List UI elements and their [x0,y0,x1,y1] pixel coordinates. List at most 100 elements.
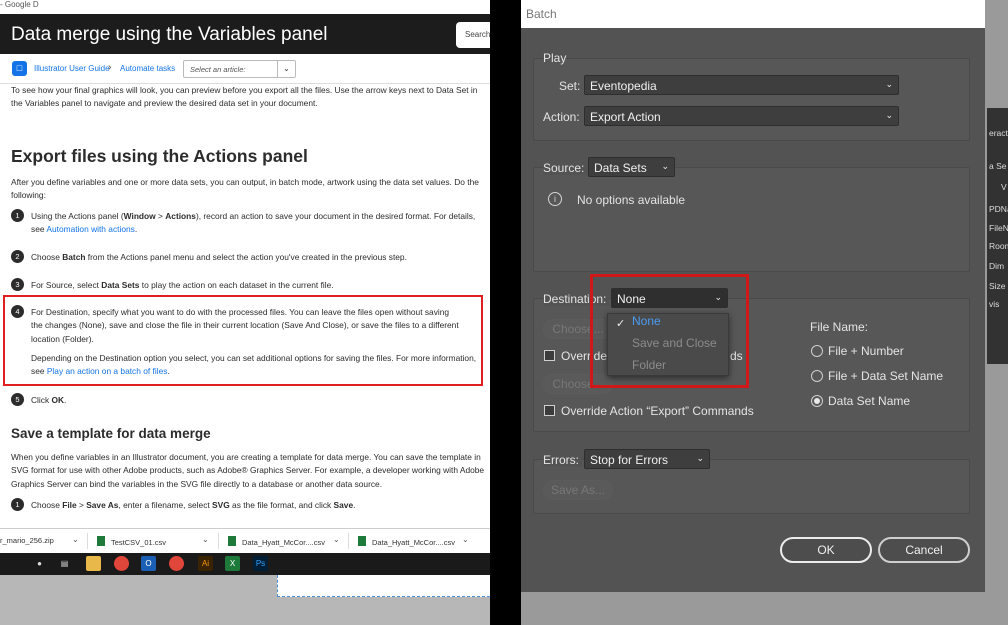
errors-value: Stop for Errors [590,453,669,467]
no-options-text: No options available [577,193,686,207]
photoshop-icon[interactable]: Ps [253,556,268,571]
screen-gap [490,0,521,625]
chevron-right-icon: › [108,62,112,73]
download-item[interactable]: r_mario_256.zip [0,536,54,545]
search-input[interactable]: Search [456,22,490,48]
set-dropdown[interactable]: Eventopedia ⌄ [584,75,899,95]
step-number: 2 [11,250,24,263]
step-text: Click OK. [31,395,67,405]
chevron-down-icon: ⌄ [696,453,704,463]
dialog-title: Batch [526,7,557,21]
illustrator-canvas [0,575,490,625]
panel-row[interactable]: Room [989,241,1008,251]
source-value: Data Sets [594,161,647,175]
automation-link[interactable]: Automation with actions [46,224,134,234]
step-text: For Destination, specify what you want t… [31,307,459,344]
section-intro-export: After you define variables and one or mo… [11,177,479,201]
chevron-down-icon: ⌄ [885,79,893,89]
taskbar: ● ▤ O Ai X Ps [0,553,490,575]
variables-panel: eract a Se V PDNa FileNa Room Dim Size v… [987,108,1008,364]
page-title: Data merge using the Variables panel [11,24,328,45]
source-dropdown[interactable]: Data Sets ⌄ [588,157,675,177]
excel-file-icon [228,536,236,546]
file-number-option: File + Number [828,344,904,358]
excel-icon[interactable]: X [225,556,240,571]
illustrator-window: eract a Se V PDNa FileNa Room Dim Size v… [521,0,1008,625]
artboard [277,575,490,597]
article-select-placeholder: Select an article: [190,65,246,74]
download-item[interactable]: TestCSV_01.csv [97,536,166,547]
override-export-checkbox[interactable] [544,405,555,416]
section-intro-template: When you define variables in an Illustra… [11,452,485,489]
dialog-titlebar[interactable]: Batch [521,0,985,28]
chrome-icon[interactable] [114,556,129,571]
batch-dialog: Batch Play Set: Eventopedia ⌄ Action: Ex… [521,0,985,592]
panel-row[interactable]: vis [989,299,999,309]
browser-window: - Google D Data merge using the Variable… [0,0,490,625]
errors-dropdown[interactable]: Stop for Errors ⌄ [584,449,710,469]
file-dataset-name-option: File + Data Set Name [828,369,944,383]
panel-row[interactable]: Dim [989,261,1004,271]
panel-row[interactable]: Size [989,281,1006,291]
browser-tab-strip: - Google D [0,0,490,14]
override-save-checkbox[interactable] [544,350,555,361]
info-icon: i [548,192,562,206]
set-label: Set: [559,79,581,93]
outlook-icon[interactable]: O [141,556,156,571]
step-text-more: Depending on the Destination option you … [31,353,477,377]
step-text: For Source, select Data Sets to play the… [31,280,334,290]
play-group [533,58,970,141]
section-heading-template: Save a template for data merge [11,426,211,441]
chevron-down-icon: ⌄ [661,161,669,171]
step-text: Choose File > Save As, enter a filename,… [31,500,356,510]
dataset-name-option: Data Set Name [828,394,911,408]
file-name-label: File Name: [810,320,869,334]
panel-row[interactable]: PDNa [989,204,1008,214]
cancel-button[interactable]: Cancel [878,537,970,563]
chevron-down-icon[interactable]: ⌄ [462,535,469,544]
save-as-button[interactable]: Save As... [543,480,613,500]
play-group-label: Play [543,51,567,65]
step-number: 4 [11,305,24,318]
microphone-icon[interactable]: ● [32,556,47,571]
excel-file-icon [358,536,366,546]
breadcrumb-guide-link[interactable]: Illustrator User Guide [34,64,110,73]
panel-row[interactable]: FileNa [989,223,1008,233]
step-number: 1 [11,209,24,222]
downloads-bar: r_mario_256.zip ⌄ TestCSV_01.csv ⌄ Data_… [0,528,490,553]
chevron-down-icon[interactable]: ⌄ [202,535,209,544]
chrome-icon[interactable] [169,556,184,571]
step-text: Choose Batch from the Actions panel menu… [31,252,407,262]
step-number: 3 [11,278,24,291]
file-number-radio[interactable] [811,345,823,357]
set-value: Eventopedia [590,79,657,93]
book-icon: □ [12,61,27,76]
browser-tab-title[interactable]: - Google D [0,0,39,10]
section-heading-export: Export files using the Actions panel [11,146,308,166]
breadcrumb-automate-link[interactable]: Automate tasks [120,64,175,73]
file-explorer-icon[interactable] [86,556,101,571]
chevron-down-icon: ⌄ [885,110,893,120]
action-dropdown[interactable]: Export Action ⌄ [584,106,899,126]
download-item[interactable]: Data_Hyatt_McCor....csv [358,536,455,547]
chevron-down-icon[interactable]: ⌄ [333,535,340,544]
panel-row: V [1001,182,1007,192]
article-select[interactable]: Select an article: ⌄ [183,60,296,78]
task-view-icon[interactable]: ▤ [57,556,72,571]
highlight-box [590,274,749,388]
ok-button[interactable]: OK [780,537,872,563]
play-action-batch-link[interactable]: Play an action on a batch of files [47,366,168,376]
panel-tab-label[interactable]: eract [989,128,1008,138]
step-number: 1 [11,498,24,511]
page-header: Data merge using the Variables panel Sea… [0,14,490,54]
action-value: Export Action [590,110,661,124]
file-dataset-name-radio[interactable] [811,370,823,382]
source-group [533,167,970,272]
illustrator-icon[interactable]: Ai [198,556,213,571]
action-label: Action: [543,110,580,124]
dataset-name-radio[interactable] [811,395,823,407]
download-item[interactable]: Data_Hyatt_McCor....csv [228,536,325,547]
chevron-down-icon[interactable]: ⌄ [72,535,79,544]
panel-row: a Se [989,161,1007,171]
excel-file-icon [97,536,105,546]
